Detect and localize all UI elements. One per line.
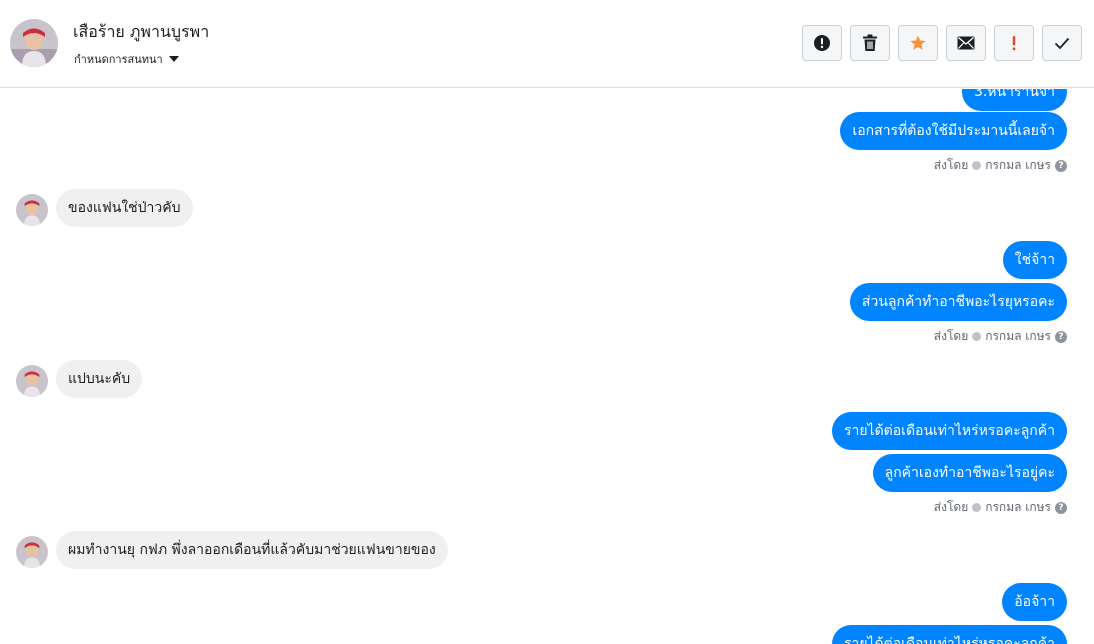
- sent-by-label: ส่งโดย: [933, 158, 969, 172]
- check-circle-icon: [972, 332, 982, 341]
- star-button[interactable]: [898, 25, 938, 61]
- envelope-icon: [957, 36, 975, 50]
- agent-name[interactable]: กรกมล เกษร: [985, 327, 1051, 346]
- contact-avatar[interactable]: [10, 19, 58, 67]
- sent-by-label: ส่งโดย: [933, 329, 969, 343]
- contact-name[interactable]: เสือร้าย ภูพานบูรพา: [73, 20, 209, 45]
- contact-avatar-small: [16, 194, 48, 226]
- checkmark-icon: [1054, 37, 1070, 50]
- check-circle-icon: [972, 161, 982, 170]
- outgoing-message: อ้อจ้าา: [1002, 583, 1067, 621]
- chevron-down-icon: [168, 56, 179, 62]
- outgoing-message: รายได้ต่อเดือนเท่าไหร่หรอคะลูกค้า: [831, 625, 1067, 644]
- outgoing-message: เอกสารที่ต้องใช้มีประมานนี้เลยจ้า: [840, 112, 1067, 150]
- mark-done-button[interactable]: [1042, 25, 1082, 61]
- help-icon[interactable]: ?: [1055, 159, 1067, 172]
- incoming-message: ผมทำงานยุ กฟภ พึ่งลาออกเดือนที่แล้วคับมา…: [56, 531, 448, 569]
- exclamation-circle-icon: [814, 35, 830, 51]
- outgoing-message: ลูกค้าเองทำอาชีพอะไรอยู่คะ: [872, 454, 1067, 492]
- message-thread[interactable]: 3.หน้าร้านจ้า เอกสารที่ต้องใช้มีประมานนี…: [0, 89, 1094, 644]
- mark-unread-button[interactable]: [946, 25, 986, 61]
- incoming-message: ของแฟนใช่ป่าวคับ: [56, 189, 193, 227]
- delete-button[interactable]: [850, 25, 890, 61]
- check-circle-icon: [972, 503, 982, 512]
- star-icon: [910, 35, 926, 50]
- follow-up-button[interactable]: [994, 25, 1034, 61]
- conversation-settings-label: กำหนดการสนทนา: [74, 53, 163, 66]
- outgoing-message: รายได้ต่อเดือนเท่าไหร่หรอคะลูกค้า: [831, 412, 1067, 450]
- conversation-settings-dropdown[interactable]: กำหนดการสนทนา: [74, 50, 179, 68]
- conversation-toolbar: [802, 25, 1082, 61]
- sent-by-info: ส่งโดย กรกมล เกษร ?: [934, 498, 1067, 517]
- sent-by-info: ส่งโดย กรกมล เกษร ?: [934, 156, 1067, 175]
- agent-name[interactable]: กรกมล เกษร: [985, 498, 1051, 517]
- incoming-message: แปบนะคับ: [56, 360, 143, 398]
- sent-by-info: ส่งโดย กรกมล เกษร ?: [934, 327, 1067, 346]
- conversation-header: เสือร้าย ภูพานบูรพา กำหนดการสนทนา: [0, 0, 1094, 88]
- outgoing-message: 3.หน้าร้านจ้า: [961, 89, 1067, 111]
- help-icon[interactable]: ?: [1055, 330, 1067, 343]
- outgoing-message: ใช่จ้าา: [1002, 241, 1067, 279]
- contact-avatar-small: [16, 536, 48, 568]
- sent-by-label: ส่งโดย: [933, 500, 969, 514]
- outgoing-message: ส่วนลูกค้าทำอาชีพอะไรยุหรอคะ: [849, 283, 1067, 321]
- agent-name[interactable]: กรกมล เกษร: [985, 156, 1051, 175]
- exclamation-icon: [1012, 36, 1016, 51]
- report-spam-button[interactable]: [802, 25, 842, 61]
- contact-avatar-small: [16, 365, 48, 397]
- trash-icon: [863, 34, 877, 51]
- help-icon[interactable]: ?: [1055, 501, 1067, 514]
